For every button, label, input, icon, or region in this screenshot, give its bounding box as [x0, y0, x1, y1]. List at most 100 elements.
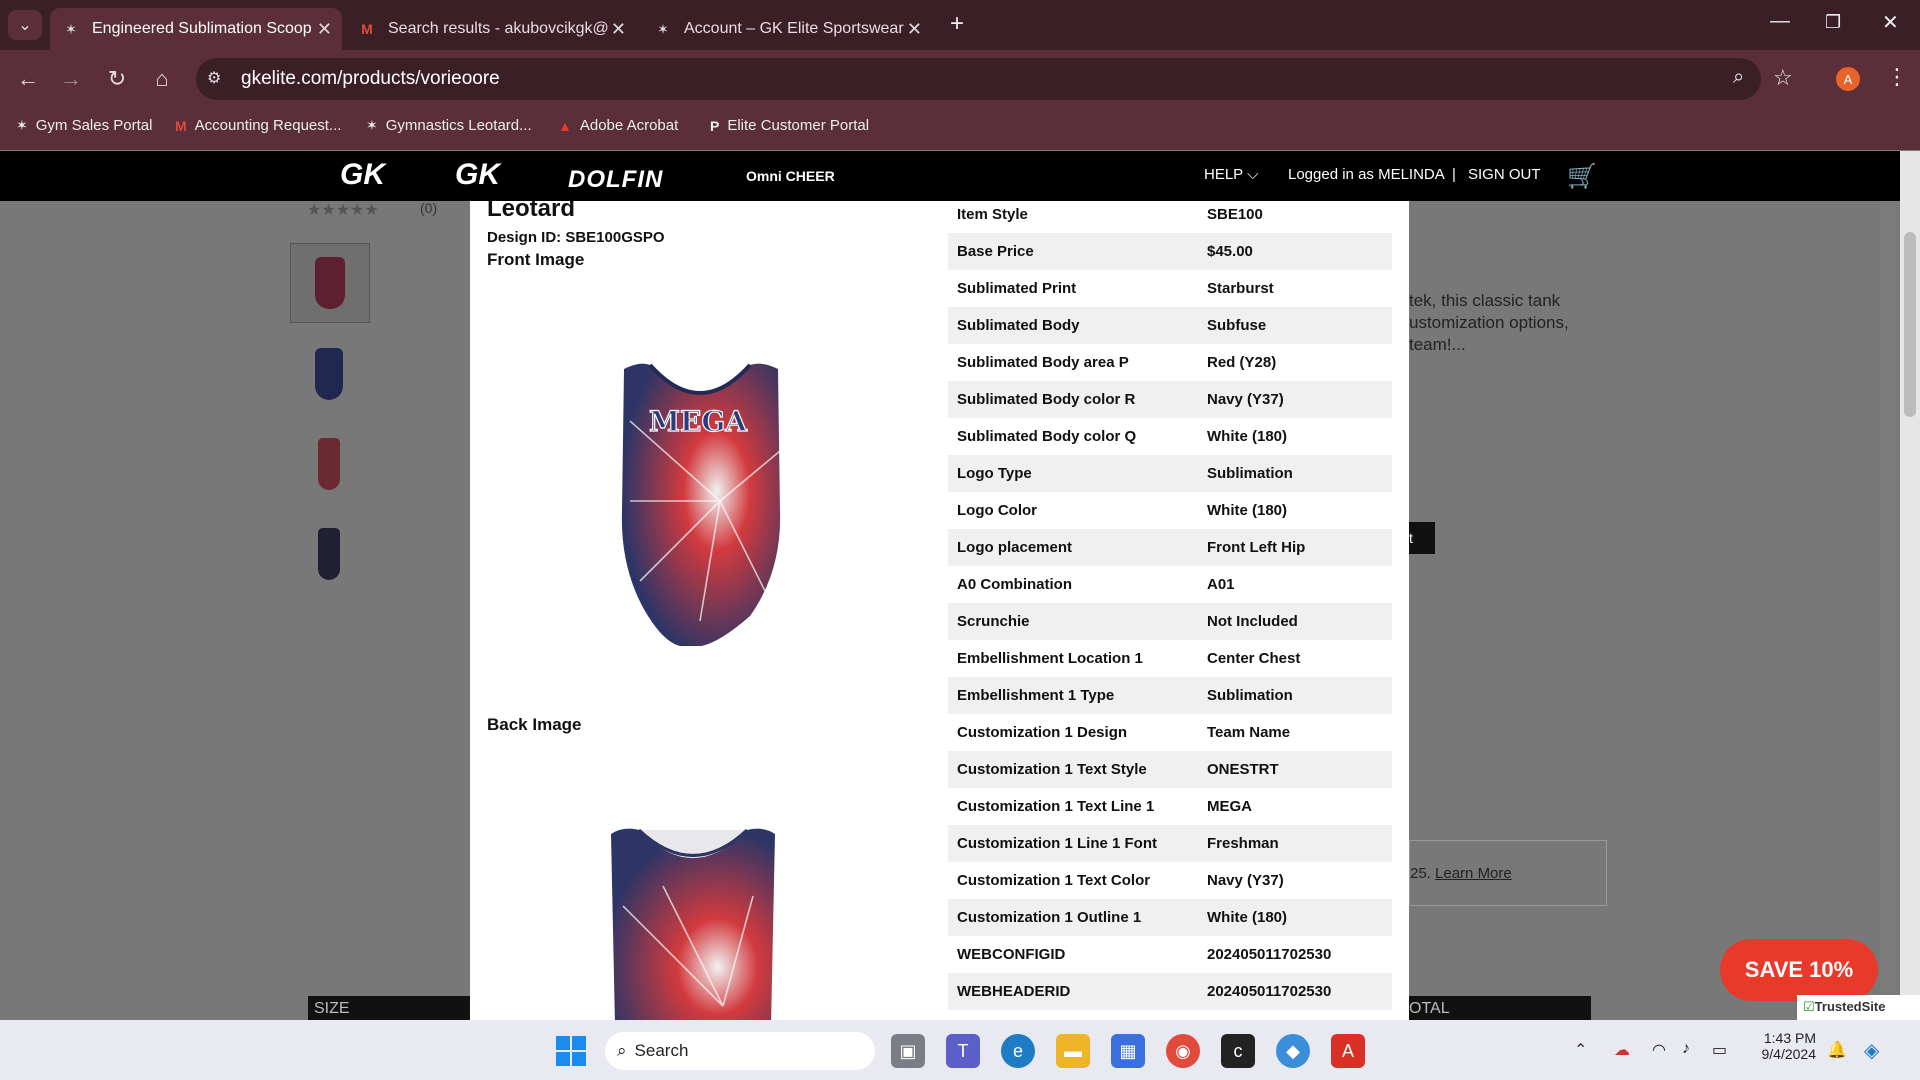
forward-icon[interactable]: →	[58, 66, 84, 92]
product-detail-modal: Leotard Design ID: SBE100GSPO Front Imag…	[470, 201, 1409, 1020]
spec-value: Red (Y28)	[1207, 354, 1277, 371]
spec-row: Scrunchie Not Included	[948, 603, 1392, 640]
cloud-icon[interactable]: ☁	[1614, 1040, 1630, 1060]
task-view-icon[interactable]: ▣	[891, 1034, 925, 1068]
spec-label: Sublimated Body color R	[957, 391, 1136, 408]
minimize-icon[interactable]: —	[1770, 10, 1790, 33]
spec-value: A01	[1207, 576, 1235, 593]
spec-row: Sublimated Body color Q White (180)	[948, 418, 1392, 455]
sign-out-link[interactable]: SIGN OUT	[1468, 166, 1541, 183]
size-header: SIZE	[308, 996, 470, 1020]
volume-icon[interactable]: ♪	[1682, 1040, 1690, 1058]
back-icon[interactable]: ←	[15, 66, 41, 92]
spec-value: Front Left Hip	[1207, 539, 1306, 556]
spec-value: Center Chest	[1207, 650, 1301, 667]
battery-icon[interactable]: ▭	[1712, 1040, 1727, 1060]
acrobat-taskbar-icon[interactable]: A	[1331, 1034, 1365, 1068]
thumbnail-3[interactable]	[318, 438, 340, 490]
spec-row: WEBCONFIGID 202405011702530	[948, 936, 1392, 973]
home-icon[interactable]: ⌂	[149, 66, 175, 92]
reload-icon[interactable]: ↻	[104, 66, 130, 92]
spec-value: White (180)	[1207, 502, 1288, 519]
url-text[interactable]: gkelite.com/products/vorieoore	[241, 68, 500, 90]
spec-row: WEBHEADERID 202405011702530	[948, 973, 1392, 1010]
new-tab-icon[interactable]: +	[950, 10, 964, 38]
app-icon[interactable]: ◆	[1276, 1034, 1310, 1068]
tab-search-dropdown[interactable]: ⌄	[8, 10, 42, 40]
spec-label: A0 Combination	[957, 576, 1072, 593]
tab-account[interactable]: ✶ Account – GK Elite Sportswear ✕	[642, 8, 932, 50]
tab-title: Engineered Sublimation Scoop	[92, 20, 312, 37]
thumbnail-4[interactable]	[318, 528, 340, 580]
spec-label: Sublimated Body color Q	[957, 428, 1137, 445]
front-leotard-image: MEGA	[621, 363, 781, 646]
tray-chevron-icon[interactable]: ⌃	[1574, 1040, 1587, 1060]
close-icon[interactable]: ✕	[907, 19, 922, 40]
spec-row: Embellishment Location 1 Center Chest	[948, 640, 1392, 677]
add-button-fragment[interactable]: t	[1409, 522, 1435, 554]
back-image-label: Back Image	[487, 715, 582, 734]
browser-tab-strip: ⌄ ✶ Engineered Sublimation Scoop ✕ M Sea…	[0, 0, 1920, 50]
bookmark-gym-sales[interactable]: ✶ Gym Sales Portal	[16, 117, 152, 134]
bookmark-elite-portal[interactable]: P Elite Customer Portal	[710, 117, 869, 134]
spec-value: Sublimation	[1207, 687, 1293, 704]
close-icon[interactable]: ✕	[317, 19, 332, 40]
cart-icon[interactable]: 🛒	[1567, 162, 1597, 191]
tab-search-results[interactable]: M Search results - akubovcikgk@ ✕	[346, 8, 636, 50]
learn-more-link[interactable]: Learn More	[1435, 865, 1512, 882]
spec-row: Customization 1 Text Style ONESTRT	[948, 751, 1392, 788]
spec-row: Customization 1 Text Color Navy (Y37)	[948, 862, 1392, 899]
spec-row: Embellishment 1 Type Sublimation	[948, 677, 1392, 714]
windows-start-icon[interactable]	[556, 1036, 586, 1066]
spec-value: 202405011702530	[1207, 946, 1332, 963]
spec-label: WEBHEADERID	[957, 983, 1071, 1000]
cricut-icon[interactable]: c	[1221, 1034, 1255, 1068]
copilot-icon[interactable]: ◈	[1864, 1038, 1879, 1063]
save-10-percent-button[interactable]: SAVE 10%	[1720, 939, 1878, 1001]
spec-table: Item Style SBE100 Base Price $45.00 Sublimat…	[948, 201, 1392, 1010]
bookmark-adobe[interactable]: ▲ Adobe Acrobat	[558, 117, 678, 134]
scrollbar-thumb[interactable]	[1904, 232, 1916, 417]
spec-value: Navy (Y37)	[1207, 872, 1284, 889]
menu-dots-icon[interactable]: ⋮	[1886, 64, 1908, 90]
zoom-icon[interactable]: ⌕	[1733, 66, 1744, 89]
wifi-icon[interactable]: ◠	[1652, 1040, 1666, 1060]
back-leotard-image	[611, 828, 775, 1020]
gk-logo[interactable]: GK	[340, 158, 385, 192]
notification-bell-icon[interactable]: 🔔	[1827, 1040, 1847, 1060]
close-icon[interactable]: ✕	[611, 19, 626, 40]
omni-cheer-logo[interactable]: Omni CHEER	[746, 168, 835, 184]
window-close-icon[interactable]: ✕	[1882, 10, 1899, 35]
help-menu[interactable]: HELP ⌵	[1204, 166, 1258, 183]
site-info-icon[interactable]: ⚙	[207, 68, 221, 88]
gk-icon: ✶	[16, 117, 28, 133]
spec-value: ONESTRT	[1207, 761, 1279, 778]
bookmark-accounting[interactable]: M Accounting Request...	[175, 117, 341, 134]
store-icon[interactable]: ▦	[1111, 1034, 1145, 1068]
rating-stars: ★★★★★	[307, 202, 379, 219]
spec-label: Embellishment Location 1	[957, 650, 1143, 667]
teams-icon[interactable]: T	[946, 1034, 980, 1068]
chevron-down-icon: ⌵	[1247, 166, 1259, 183]
file-explorer-icon[interactable]: ▬	[1056, 1034, 1090, 1068]
profile-avatar[interactable]: A	[1836, 67, 1860, 91]
tab-engineered-sublimation[interactable]: ✶ Engineered Sublimation Scoop ✕	[50, 8, 342, 50]
chrome-icon[interactable]: ◉	[1166, 1034, 1200, 1068]
thumbnail-2[interactable]	[315, 348, 343, 400]
bookmark-star-icon[interactable]: ☆	[1773, 65, 1793, 91]
bookmark-gymnastics[interactable]: ✶ Gymnastics Leotard...	[366, 117, 532, 134]
dolfin-logo[interactable]: DOLFIN	[568, 166, 663, 194]
gk-icon: ✶	[65, 20, 77, 37]
acrobat-icon: ▲	[558, 117, 572, 134]
spec-row: Sublimated Body color R Navy (Y37)	[948, 381, 1392, 418]
gk-icon: ✶	[657, 20, 669, 37]
edge-icon[interactable]: e	[1001, 1034, 1035, 1068]
clock[interactable]: 1:43 PM 9/4/2024	[1752, 1030, 1817, 1062]
taskbar-search[interactable]: ⌕ Search	[605, 1032, 875, 1070]
trustedsite-badge[interactable]: ☑TrustedSite	[1797, 995, 1920, 1020]
spec-value: White (180)	[1207, 428, 1288, 445]
spec-row: Customization 1 Line 1 Font Freshman	[948, 825, 1392, 862]
restore-icon[interactable]: ❐	[1825, 12, 1841, 33]
gk-logo-2[interactable]: GK	[455, 158, 500, 192]
spec-label: Customization 1 Outline 1	[957, 909, 1142, 926]
